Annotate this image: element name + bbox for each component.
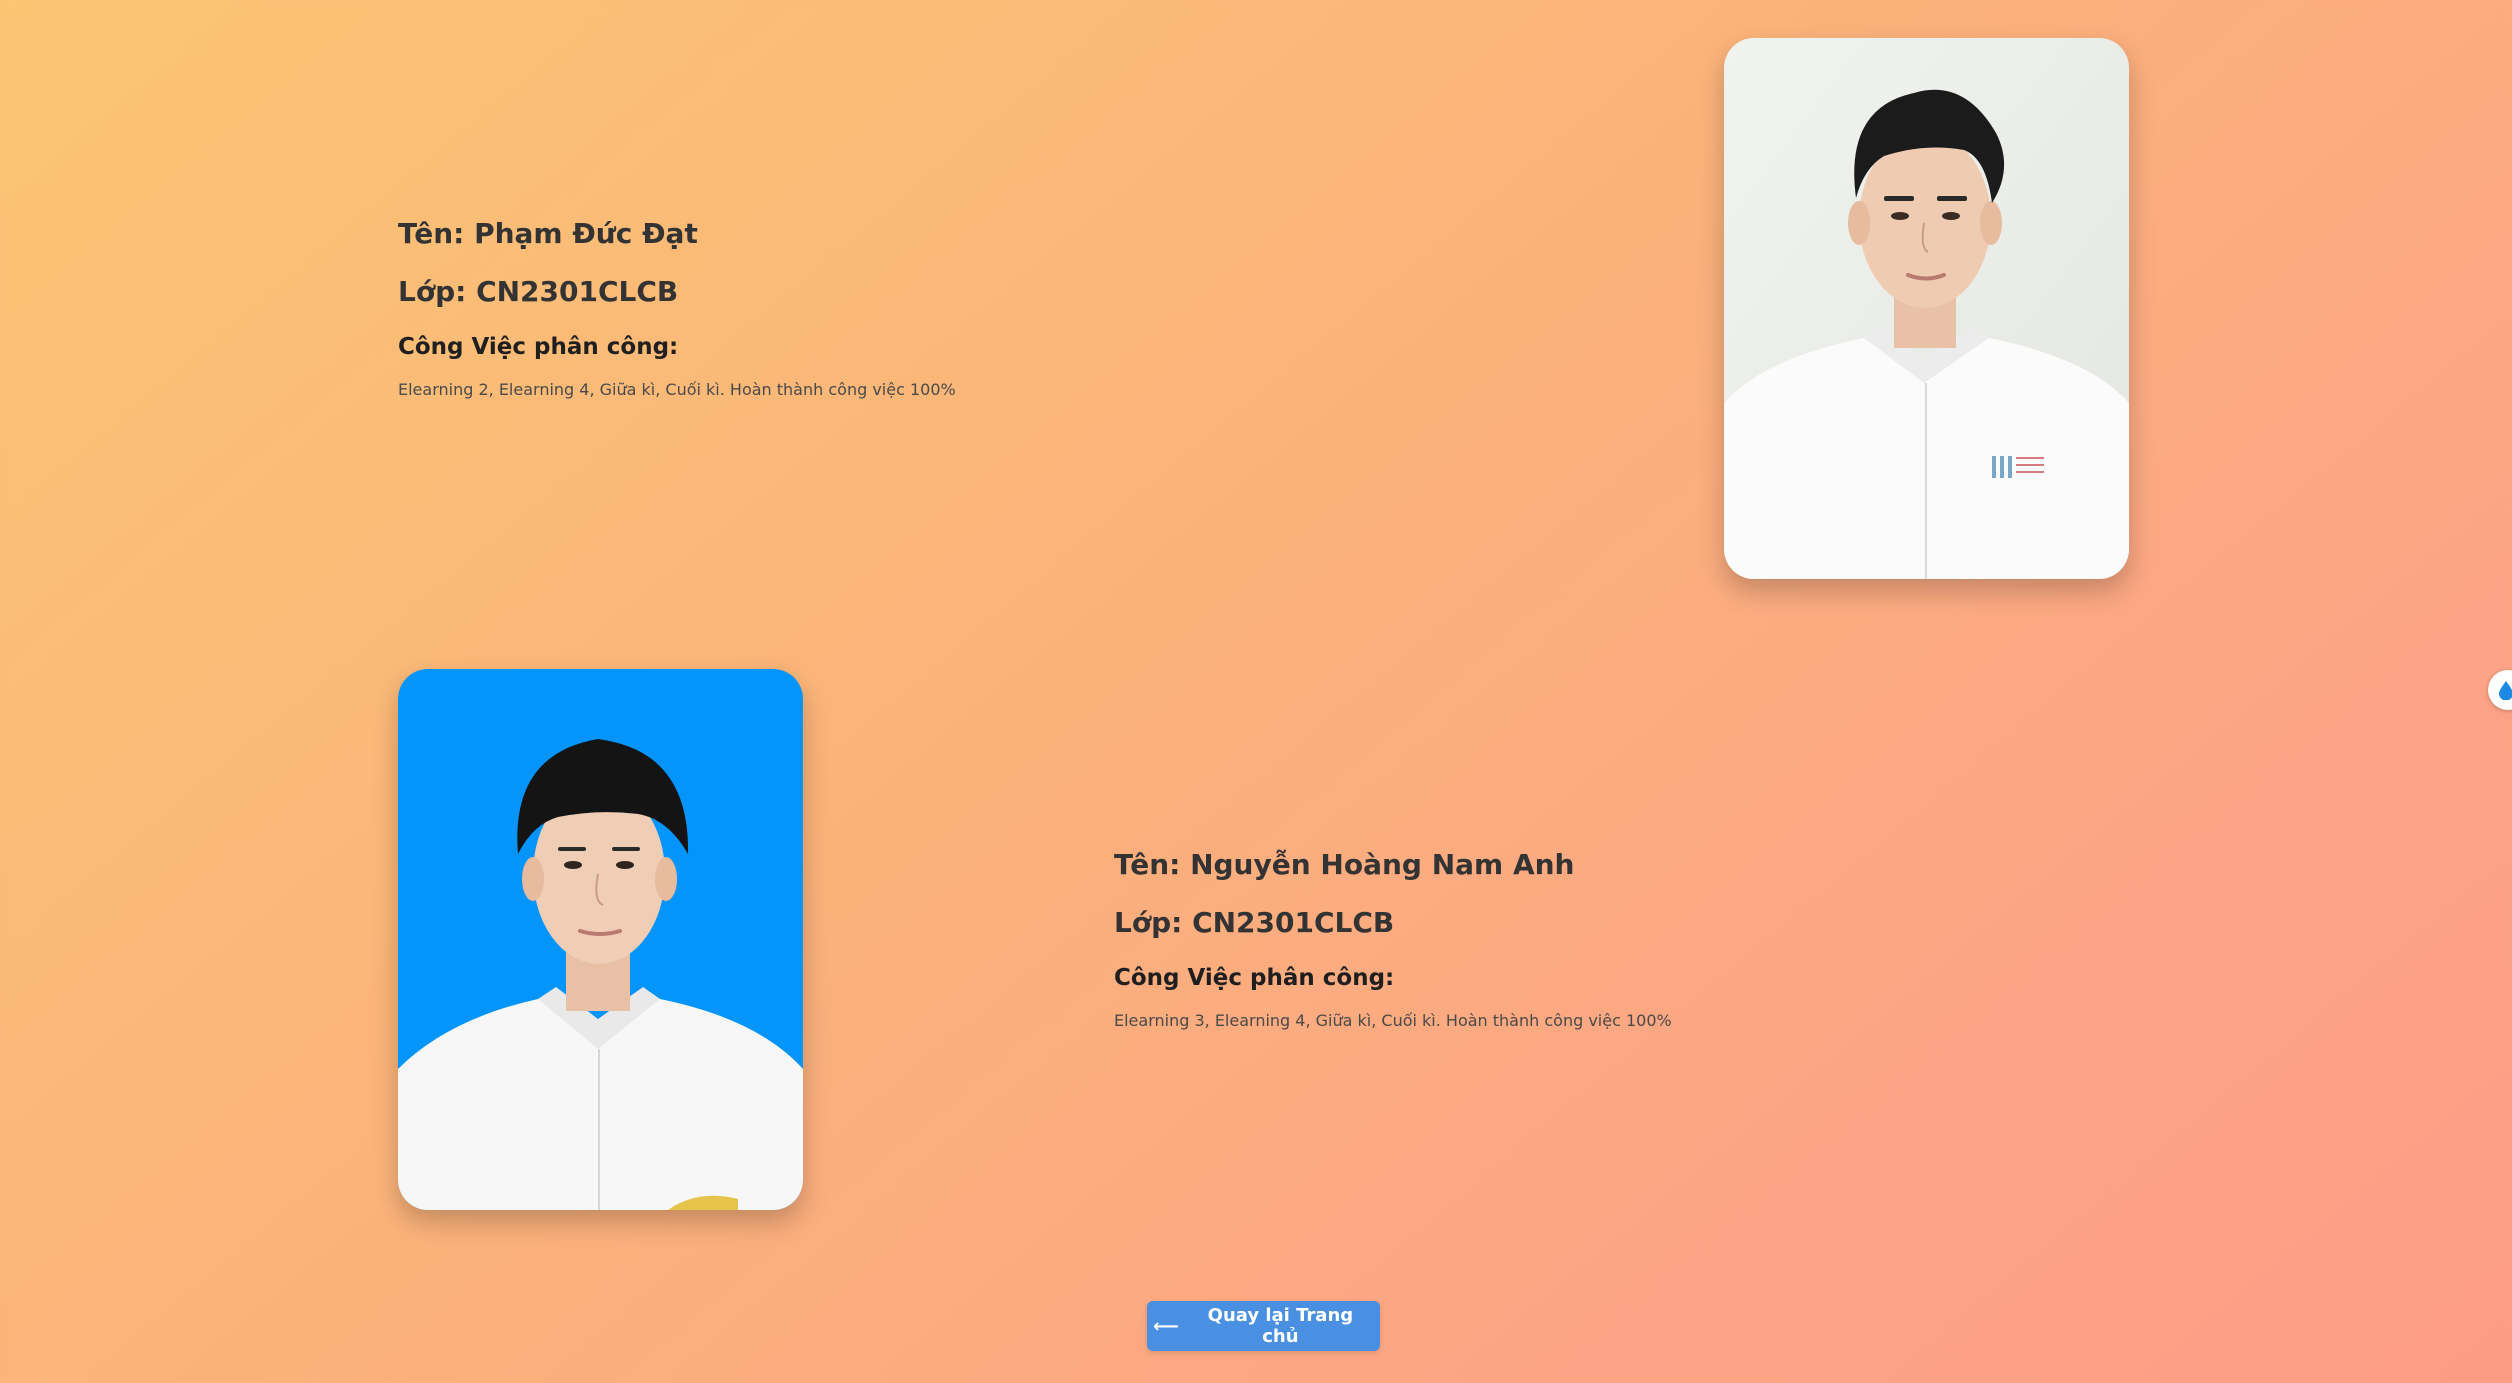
member-name: Tên: Nguyễn Hoàng Nam Anh — [1114, 847, 1575, 881]
droplet-icon — [2499, 681, 2512, 700]
member-photo — [398, 669, 803, 1210]
member-name: Tên: Phạm Đức Đạt — [398, 216, 698, 250]
member-info: Tên: Phạm Đức Đạt Lớp: CN2301CLCB Công V… — [398, 38, 956, 579]
task-heading: Công Việc phân công: — [398, 333, 679, 360]
task-description: Elearning 2, Elearning 4, Giữa kì, Cuối … — [398, 379, 956, 399]
member-photo — [1724, 38, 2129, 579]
task-heading: Công Việc phân công: — [1114, 964, 1395, 991]
task-description: Elearning 3, Elearning 4, Giữa kì, Cuối … — [1114, 1010, 1672, 1030]
back-button-label: Quay lại Trang chủ — [1207, 1305, 1354, 1347]
member-class: Lớp: CN2301CLCB — [398, 274, 679, 308]
member-info: Tên: Nguyễn Hoàng Nam Anh Lớp: CN2301CLC… — [1114, 669, 1672, 1210]
portrait-photo — [1724, 38, 2129, 579]
arrow-left-icon: ⟵ — [1153, 1315, 1179, 1337]
floating-side-widget[interactable] — [2488, 670, 2512, 710]
portrait-photo — [398, 669, 803, 1210]
member-card-1: Tên: Phạm Đức Đạt Lớp: CN2301CLCB Công V… — [398, 38, 2130, 579]
member-class: Lớp: CN2301CLCB — [1114, 905, 1395, 939]
back-to-home-button[interactable]: ⟵ Quay lại Trang chủ — [1147, 1301, 1380, 1351]
member-card-2: Tên: Nguyễn Hoàng Nam Anh Lớp: CN2301CLC… — [398, 669, 2130, 1210]
